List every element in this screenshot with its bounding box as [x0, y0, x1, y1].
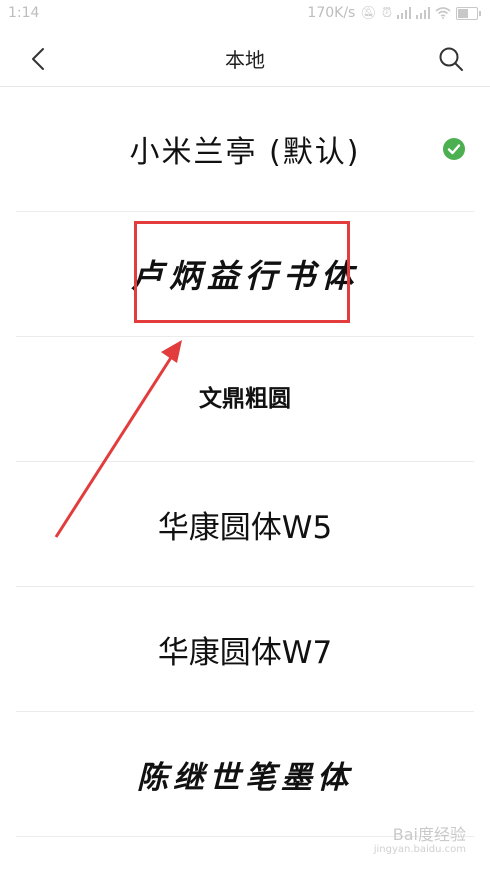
font-item-xiaomi-lanting[interactable]: 小米兰亭 (默认): [16, 87, 474, 212]
highlight-box: [134, 221, 350, 323]
wifi-icon: [435, 7, 451, 19]
watermark-text: Bai度经验: [392, 825, 466, 845]
mute-icon: 🔕︎: [360, 5, 377, 21]
network-speed: 170K/s: [307, 5, 356, 21]
battery-icon: [456, 6, 481, 20]
watermark-sub: jingyan.baidu.com: [373, 844, 466, 855]
check-icon: [443, 138, 465, 160]
font-item-wending-cuyuan[interactable]: 文鼎粗圆: [16, 337, 474, 462]
font-item-label: 陈继世笔墨体: [137, 759, 353, 796]
font-item-label: 文鼎粗圆: [199, 386, 291, 412]
signal-icon: [416, 7, 430, 19]
font-item-huakang-yuanti-w5[interactable]: 华康圆体W5: [16, 462, 474, 587]
status-bar: 1:14 170K/s 🔕︎ ⏰︎: [0, 0, 490, 28]
font-item-huakang-yuanti-w7[interactable]: 华康圆体W7: [16, 587, 474, 712]
font-item-label: 华康圆体W7: [157, 634, 333, 671]
alarm-icon: ⏰︎: [381, 5, 392, 21]
font-item-chen-jishi-bimo[interactable]: 陈继世笔墨体: [16, 712, 474, 837]
signal-icon: [397, 7, 411, 19]
status-icons: 170K/s 🔕︎ ⏰︎: [307, 5, 481, 21]
top-bar: 本地: [0, 28, 490, 87]
status-time: 1:14: [8, 5, 40, 21]
search-button[interactable]: [434, 42, 468, 76]
search-icon: [439, 47, 463, 71]
watermark: Bai度经验 jingyan.baidu.com: [374, 826, 466, 855]
page-title: 本地: [225, 48, 265, 72]
font-item-label: 华康圆体W5: [157, 509, 333, 546]
font-item-label: 小米兰亭 (默认): [129, 135, 361, 170]
font-list: 小米兰亭 (默认) 卢炳益行书体 文鼎粗圆 华康圆体W5 华康圆体W7 陈继世笔…: [0, 87, 490, 837]
